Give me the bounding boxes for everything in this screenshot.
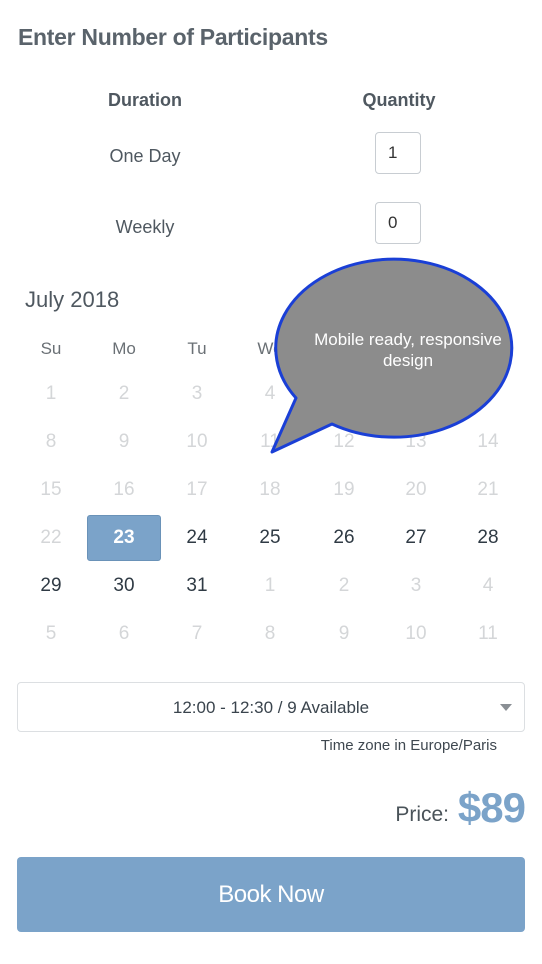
calendar-day[interactable]: 24 <box>161 515 234 561</box>
calendar-day: 11 <box>478 623 498 644</box>
calendar-day: 14 <box>477 431 499 452</box>
calendar-day: 9 <box>338 623 350 644</box>
calendar-day: 2 <box>118 383 130 404</box>
calendar-day: 6 <box>410 383 422 404</box>
calendar-day: 11 <box>260 431 280 452</box>
calendar-day[interactable]: 28 <box>452 515 525 561</box>
timezone-note: Time zone in Europe/Paris <box>320 737 497 754</box>
one-day-quantity-input[interactable] <box>375 132 421 174</box>
calendar-day: 21 <box>477 479 499 500</box>
calendar-month-label: July 2018 <box>25 287 120 312</box>
calendar-day[interactable]: 31 <box>161 563 234 609</box>
calendar-day: 4 <box>264 383 276 404</box>
calendar-day[interactable]: 25 <box>234 515 307 561</box>
calendar-day: 13 <box>405 431 427 452</box>
calendar-day: 9 <box>118 431 130 452</box>
weekday-header: Su <box>40 339 62 358</box>
calendar-day: 12 <box>333 431 355 452</box>
calendar-day: 7 <box>482 383 494 404</box>
weekly-label: Weekly <box>115 217 175 237</box>
duration-header: Duration <box>108 90 182 110</box>
time-slot-value: 12:00 - 12:30 / 9 Available <box>172 698 370 717</box>
quantity-header: Quantity <box>362 90 436 110</box>
weekday-header: Mo <box>112 339 136 358</box>
calendar-day: 10 <box>186 431 208 452</box>
calendar-day: 8 <box>264 623 276 644</box>
calendar-day: 1 <box>264 575 276 596</box>
chevron-down-icon <box>500 704 512 711</box>
calendar-day: 4 <box>482 575 494 596</box>
calendar-day: 7 <box>191 623 203 644</box>
calendar-day: 16 <box>113 479 135 500</box>
calendar-day: 5 <box>338 383 350 404</box>
calendar-day: 5 <box>45 623 57 644</box>
calendar-day: 10 <box>405 623 427 644</box>
calendar-day: 1 <box>45 383 57 404</box>
calendar-day: 3 <box>191 383 203 404</box>
price-label: Price: <box>395 803 449 826</box>
calendar-day: 22 <box>40 527 62 548</box>
calendar-day[interactable]: 27 <box>380 515 453 561</box>
weekday-header: We <box>257 339 283 358</box>
calendar-day[interactable]: 29 <box>15 563 88 609</box>
calendar-day: 8 <box>45 431 57 452</box>
calendar-day: 18 <box>259 479 281 500</box>
calendar-day: 19 <box>333 479 355 500</box>
calendar-day: 2 <box>338 575 350 596</box>
price-value: $89 <box>457 784 526 831</box>
calendar-day[interactable]: 30 <box>88 563 161 609</box>
calendar-day-selected[interactable]: 23 <box>88 515 161 561</box>
page-title: Enter Number of Participants <box>18 24 328 50</box>
time-slot-select[interactable]: 12:00 - 12:30 / 9 Available <box>17 682 525 732</box>
calendar-day: 15 <box>40 479 62 500</box>
book-now-button[interactable]: Book Now <box>17 857 525 932</box>
weekly-quantity-input[interactable] <box>375 202 421 244</box>
calendar-day: 20 <box>405 479 427 500</box>
one-day-label: One Day <box>109 146 181 166</box>
calendar-day[interactable]: 26 <box>308 515 381 561</box>
weekday-header: Tu <box>187 339 207 358</box>
calendar-day: 17 <box>186 479 208 500</box>
calendar-day: 6 <box>118 623 130 644</box>
calendar-day: 3 <box>410 575 422 596</box>
callout-text: Mobile ready, responsive design <box>314 330 502 370</box>
